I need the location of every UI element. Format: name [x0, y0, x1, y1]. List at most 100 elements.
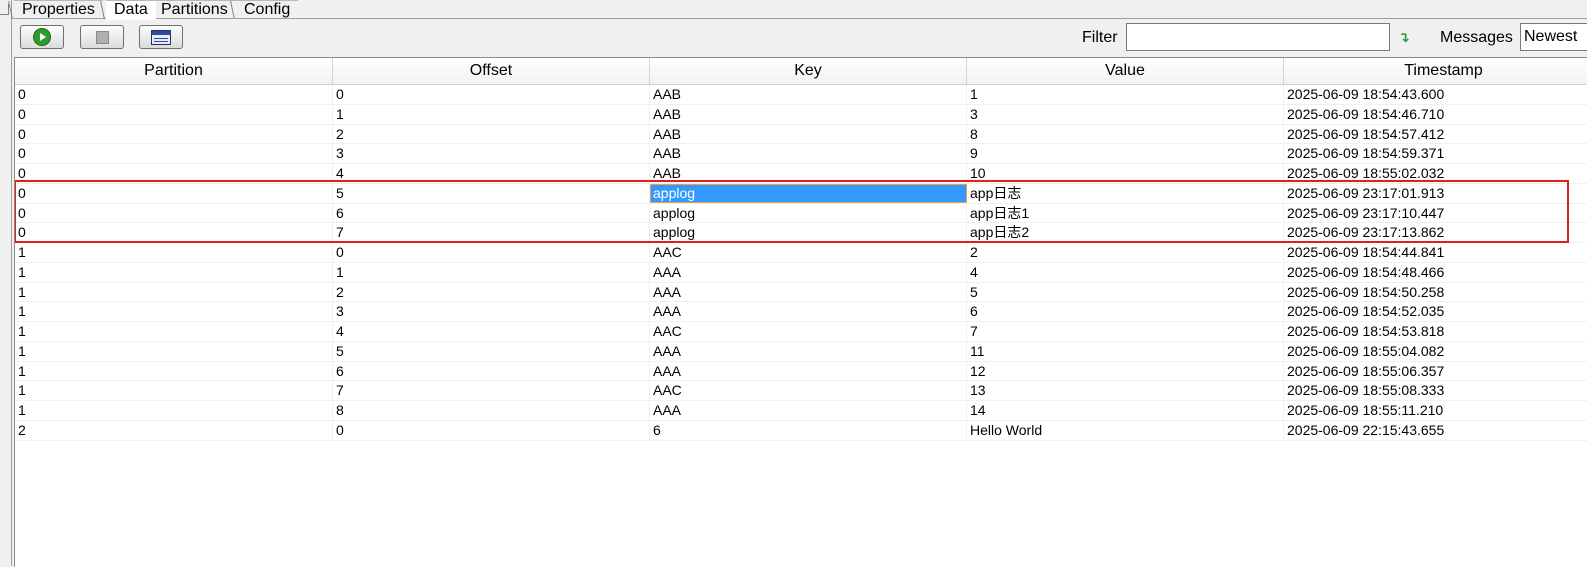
- cell-value[interactable]: 10: [967, 164, 1284, 183]
- cell-key[interactable]: AAB: [650, 144, 967, 164]
- cell-partition[interactable]: 1: [15, 341, 333, 361]
- cell-value[interactable]: Hello World: [967, 420, 1284, 440]
- cell-key[interactable]: AAB: [650, 164, 967, 183]
- table-row[interactable]: 0 0 AAB 1 2025-06-09 18:54:43.600: [15, 85, 1587, 105]
- cell-value[interactable]: 14: [967, 401, 1284, 420]
- cell-key[interactable]: applog: [650, 203, 967, 223]
- table-row[interactable]: 0 7 applog app日志2 2025-06-09 23:17:13.862: [15, 223, 1587, 243]
- cell-timestamp[interactable]: 2025-06-09 18:55:04.082: [1284, 342, 1587, 361]
- column-header-offset[interactable]: Offset: [333, 58, 650, 84]
- cell-timestamp[interactable]: 2025-06-09 18:54:50.258: [1284, 283, 1587, 302]
- column-header-value[interactable]: Value: [967, 58, 1284, 84]
- table-row[interactable]: 1 1 AAA 4 2025-06-09 18:54:48.466: [15, 262, 1587, 283]
- cell-timestamp[interactable]: 2025-06-09 18:54:59.371: [1284, 144, 1587, 163]
- cell-timestamp[interactable]: 2025-06-09 23:17:13.862: [1284, 223, 1587, 242]
- cell-partition[interactable]: 0: [15, 164, 333, 183]
- table-row[interactable]: 1 6 AAA 12 2025-06-09 18:55:06.357: [15, 361, 1587, 382]
- cell-timestamp[interactable]: 2025-06-09 18:55:02.032: [1284, 164, 1587, 183]
- filter-input[interactable]: [1126, 23, 1390, 51]
- cell-timestamp[interactable]: 2025-06-09 18:54:46.710: [1284, 105, 1587, 124]
- table-row[interactable]: 2 0 6 Hello World 2025-06-09 22:15:43.655: [15, 420, 1587, 441]
- cell-timestamp[interactable]: 2025-06-09 18:54:48.466: [1284, 263, 1587, 282]
- table-row[interactable]: 1 2 AAA 5 2025-06-09 18:54:50.258: [15, 282, 1587, 303]
- table-row[interactable]: 0 2 AAB 8 2025-06-09 18:54:57.412: [15, 124, 1587, 145]
- cell-offset[interactable]: 2: [333, 282, 650, 302]
- cell-offset[interactable]: 7: [333, 381, 650, 401]
- view-button[interactable]: [139, 25, 183, 49]
- cell-key[interactable]: AAC: [650, 322, 967, 341]
- cell-value[interactable]: 6: [967, 302, 1284, 322]
- tab-data[interactable]: Data: [106, 0, 156, 20]
- cell-timestamp[interactable]: 2025-06-09 18:55:06.357: [1284, 362, 1587, 381]
- cell-timestamp[interactable]: 2025-06-09 23:17:01.913: [1284, 184, 1587, 203]
- table-row[interactable]: 0 4 AAB 10 2025-06-09 18:55:02.032: [15, 164, 1587, 184]
- cell-value[interactable]: app日志1: [967, 203, 1284, 223]
- apply-filter-icon[interactable]: ↴: [1398, 29, 1412, 45]
- cell-key[interactable]: AAA: [650, 401, 967, 420]
- table-row[interactable]: 0 1 AAB 3 2025-06-09 18:54:46.710: [15, 104, 1587, 125]
- cell-offset[interactable]: 6: [333, 203, 650, 223]
- cell-key[interactable]: 6: [650, 420, 967, 440]
- cell-offset[interactable]: 1: [333, 262, 650, 282]
- cell-partition[interactable]: 1: [15, 322, 333, 341]
- cell-offset[interactable]: 6: [333, 361, 650, 381]
- cell-offset[interactable]: 5: [333, 183, 650, 203]
- cell-partition[interactable]: 1: [15, 282, 333, 302]
- cell-key[interactable]: AAA: [650, 341, 967, 361]
- cell-timestamp[interactable]: 2025-06-09 18:54:57.412: [1284, 125, 1587, 144]
- cell-offset[interactable]: 3: [333, 144, 650, 164]
- cell-partition[interactable]: 2: [15, 420, 333, 440]
- cell-timestamp[interactable]: 2025-06-09 18:55:08.333: [1284, 381, 1587, 400]
- cell-value[interactable]: 5: [967, 282, 1284, 302]
- cell-key[interactable]: AAA: [650, 361, 967, 381]
- cell-offset[interactable]: 0: [333, 85, 650, 104]
- cell-value[interactable]: 3: [967, 104, 1284, 124]
- cell-partition[interactable]: 0: [15, 223, 333, 243]
- messages-select[interactable]: Newest: [1520, 23, 1587, 51]
- cell-key[interactable]: AAC: [650, 243, 967, 262]
- cell-offset[interactable]: 5: [333, 341, 650, 361]
- cell-partition[interactable]: 1: [15, 243, 333, 262]
- cell-value[interactable]: 4: [967, 262, 1284, 282]
- cell-offset[interactable]: 3: [333, 302, 650, 322]
- cell-partition[interactable]: 0: [15, 183, 333, 203]
- tab-config[interactable]: Config: [236, 0, 299, 19]
- cell-value[interactable]: 13: [967, 381, 1284, 401]
- column-header-timestamp[interactable]: Timestamp: [1284, 58, 1587, 84]
- column-header-key[interactable]: Key: [650, 58, 967, 84]
- table-row[interactable]: 1 4 AAC 7 2025-06-09 18:54:53.818: [15, 322, 1587, 342]
- table-row[interactable]: 1 5 AAA 11 2025-06-09 18:55:04.082: [15, 341, 1587, 362]
- cell-key[interactable]: AAA: [650, 282, 967, 302]
- cell-partition[interactable]: 1: [15, 381, 333, 401]
- cell-partition[interactable]: 1: [15, 302, 333, 322]
- cell-value[interactable]: 8: [967, 124, 1284, 144]
- tab-properties[interactable]: Properties: [14, 0, 103, 19]
- cell-value[interactable]: 7: [967, 322, 1284, 341]
- cell-offset[interactable]: 7: [333, 223, 650, 243]
- cell-partition[interactable]: 0: [15, 144, 333, 164]
- cell-key[interactable]: applog: [650, 223, 967, 243]
- cell-value[interactable]: 2: [967, 243, 1284, 262]
- start-button[interactable]: [20, 25, 64, 49]
- cell-value[interactable]: 11: [967, 341, 1284, 361]
- cell-timestamp[interactable]: 2025-06-09 23:17:10.447: [1284, 204, 1587, 223]
- cell-value[interactable]: app日志: [967, 183, 1284, 203]
- cell-offset[interactable]: 8: [333, 401, 650, 420]
- cell-partition[interactable]: 1: [15, 361, 333, 381]
- cell-key[interactable]: AAA: [650, 302, 967, 322]
- table-row[interactable]: 1 7 AAC 13 2025-06-09 18:55:08.333: [15, 381, 1587, 401]
- cell-key[interactable]: AAB: [650, 104, 967, 124]
- table-row[interactable]: 0 3 AAB 9 2025-06-09 18:54:59.371: [15, 144, 1587, 164]
- cell-key[interactable]: AAB: [650, 85, 967, 104]
- tab-partitions[interactable]: Partitions: [153, 0, 236, 19]
- cell-timestamp[interactable]: 2025-06-09 22:15:43.655: [1284, 421, 1587, 440]
- cell-value[interactable]: app日志2: [967, 223, 1284, 243]
- cell-partition[interactable]: 0: [15, 124, 333, 144]
- table-row[interactable]: 1 8 AAA 14 2025-06-09 18:55:11.210: [15, 401, 1587, 421]
- cell-key[interactable]: AAA: [650, 262, 967, 282]
- cell-timestamp[interactable]: 2025-06-09 18:54:44.841: [1284, 243, 1587, 262]
- cell-value[interactable]: 9: [967, 144, 1284, 164]
- cell-key[interactable]: AAC: [650, 381, 967, 401]
- cell-value[interactable]: 1: [967, 85, 1284, 104]
- table-row[interactable]: 1 3 AAA 6 2025-06-09 18:54:52.035: [15, 302, 1587, 322]
